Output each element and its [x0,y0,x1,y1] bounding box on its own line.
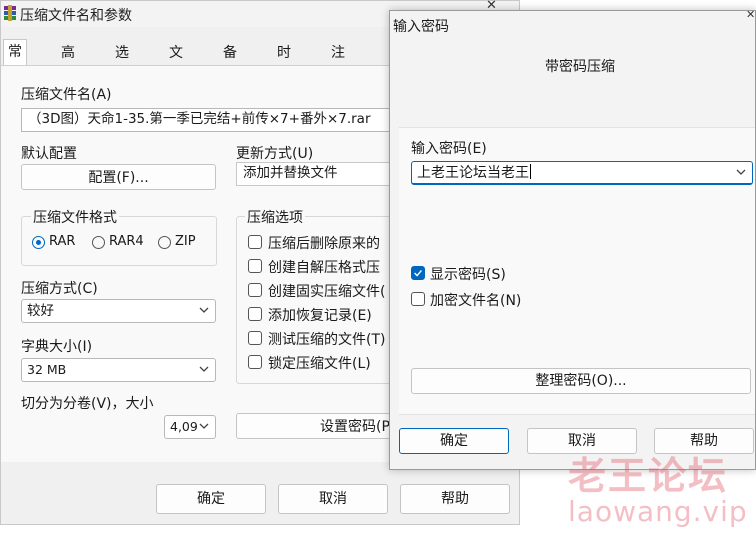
tab-time[interactable]: 时间 [273,41,295,85]
option-solid[interactable]: 创建固实压缩文件( [248,281,393,299]
radio-empty-icon [92,236,105,249]
checkbox-icon [248,259,262,273]
tab-general[interactable]: 常规 [3,39,27,84]
option-recovery[interactable]: 添加恢复记录(E) [248,305,393,323]
organize-passwords-button[interactable]: 整理密码(O)... [411,368,751,394]
radio-selected-icon [32,236,45,249]
format-zip-radio[interactable]: ZIP [158,234,208,250]
encrypt-names-label: 加密文件名(N) [430,293,522,309]
radio-empty-icon [158,236,171,249]
archive-name-input[interactable]: （3D图）天命1-35.第一季已完结+前传×7+番外×7.rar [21,108,391,132]
archive-name-label: 压缩文件名(A) [21,87,112,103]
option-label: 添加恢复记录(E) [268,308,372,323]
volume-value: 4,09 [170,419,198,434]
option-label: 压缩后删除原来的 [268,236,380,251]
volume-label: 切分为分卷(V)，大小 [21,396,154,412]
chevron-down-icon [199,423,209,429]
main-ok-button[interactable]: 确定 [156,484,266,514]
method-label: 压缩方式(C) [21,281,98,297]
options-group-label: 压缩选项 [245,207,305,227]
format-rar-label: RAR [49,234,76,249]
volume-select[interactable]: 4,09 [164,415,216,439]
password-ok-button[interactable]: 确定 [399,428,509,454]
checkmark-icon [414,269,422,277]
password-dialog: 输入密码 带密码压缩 输入密码(E) 上老王论坛当老王 显示密码(S) 加密文件… [389,10,756,470]
show-password-checkbox[interactable]: 显示密码(S) [411,264,561,283]
chevron-down-icon[interactable] [735,166,747,178]
checkbox-icon [248,235,262,249]
tab-options[interactable]: 选项 [111,41,133,85]
checkbox-icon [411,292,425,306]
chevron-down-icon [199,366,209,372]
profile-button[interactable]: 配置(F)... [21,164,216,190]
tab-advanced[interactable]: 高级 [57,41,79,85]
password-dialog-header: 带密码压缩 [545,59,615,75]
checkbox-icon [248,355,262,369]
format-group-label: 压缩文件格式 [31,207,119,227]
option-delete-after[interactable]: 压缩后删除原来的 [248,233,393,251]
show-password-label: 显示密码(S) [430,267,506,283]
format-rar4-radio[interactable]: RAR4 [92,234,152,250]
encrypt-names-checkbox[interactable]: 加密文件名(N) [411,290,561,309]
set-password-button[interactable]: 设置密码(P [236,413,396,439]
tab-comment[interactable]: 注释 [327,41,349,85]
close-icon[interactable]: ✕ [486,0,497,12]
option-test[interactable]: 测试压缩的文件(T) [248,329,393,347]
dict-select[interactable]: 32 MB [21,358,216,382]
chevron-down-icon [199,307,209,313]
option-sfx[interactable]: 创建自解压格式压 [248,257,393,275]
default-profile-label: 默认配置 [21,146,77,162]
password-input[interactable]: 上老王论坛当老王 [411,161,753,185]
main-title: 压缩文件名和参数 [20,8,132,24]
winrar-icon [4,5,16,21]
option-label: 锁定压缩文件(L) [268,356,371,371]
checkbox-icon [248,331,262,345]
checkbox-icon [248,283,262,297]
method-select[interactable]: 较好 [21,299,216,323]
dict-label: 字典大小(I) [21,339,93,355]
password-dialog-title: 输入密码 [393,19,449,35]
update-mode-select[interactable]: 添加并替换文件 [236,162,391,186]
password-value: 上老王论坛当老王 [417,165,529,181]
option-label: 测试压缩的文件(T) [268,332,386,347]
option-label: 创建自解压格式压 [268,260,380,275]
main-help-button[interactable]: 帮助 [400,484,510,514]
text-cursor [530,164,531,179]
dict-value: 32 MB [27,362,67,377]
checkbox-checked-icon [411,266,425,280]
method-value: 较好 [27,303,54,319]
checkbox-icon [248,307,262,321]
tab-files[interactable]: 文件 [165,41,187,85]
tab-backup[interactable]: 备份 [219,41,241,85]
option-label: 创建固实压缩文件( [268,284,386,299]
update-mode-label: 更新方式(U) [236,146,314,162]
format-rar-radio[interactable]: RAR [32,234,92,250]
watermark-url: laowang.vip [568,495,748,528]
main-cancel-button[interactable]: 取消 [278,484,388,514]
format-rar4-label: RAR4 [109,234,144,249]
format-zip-label: ZIP [175,234,196,249]
password-label: 输入密码(E) [411,141,487,157]
option-lock[interactable]: 锁定压缩文件(L) [248,353,393,371]
watermark-title: 老王论坛 [568,454,729,498]
close-icon[interactable]: ✕ [746,8,755,21]
